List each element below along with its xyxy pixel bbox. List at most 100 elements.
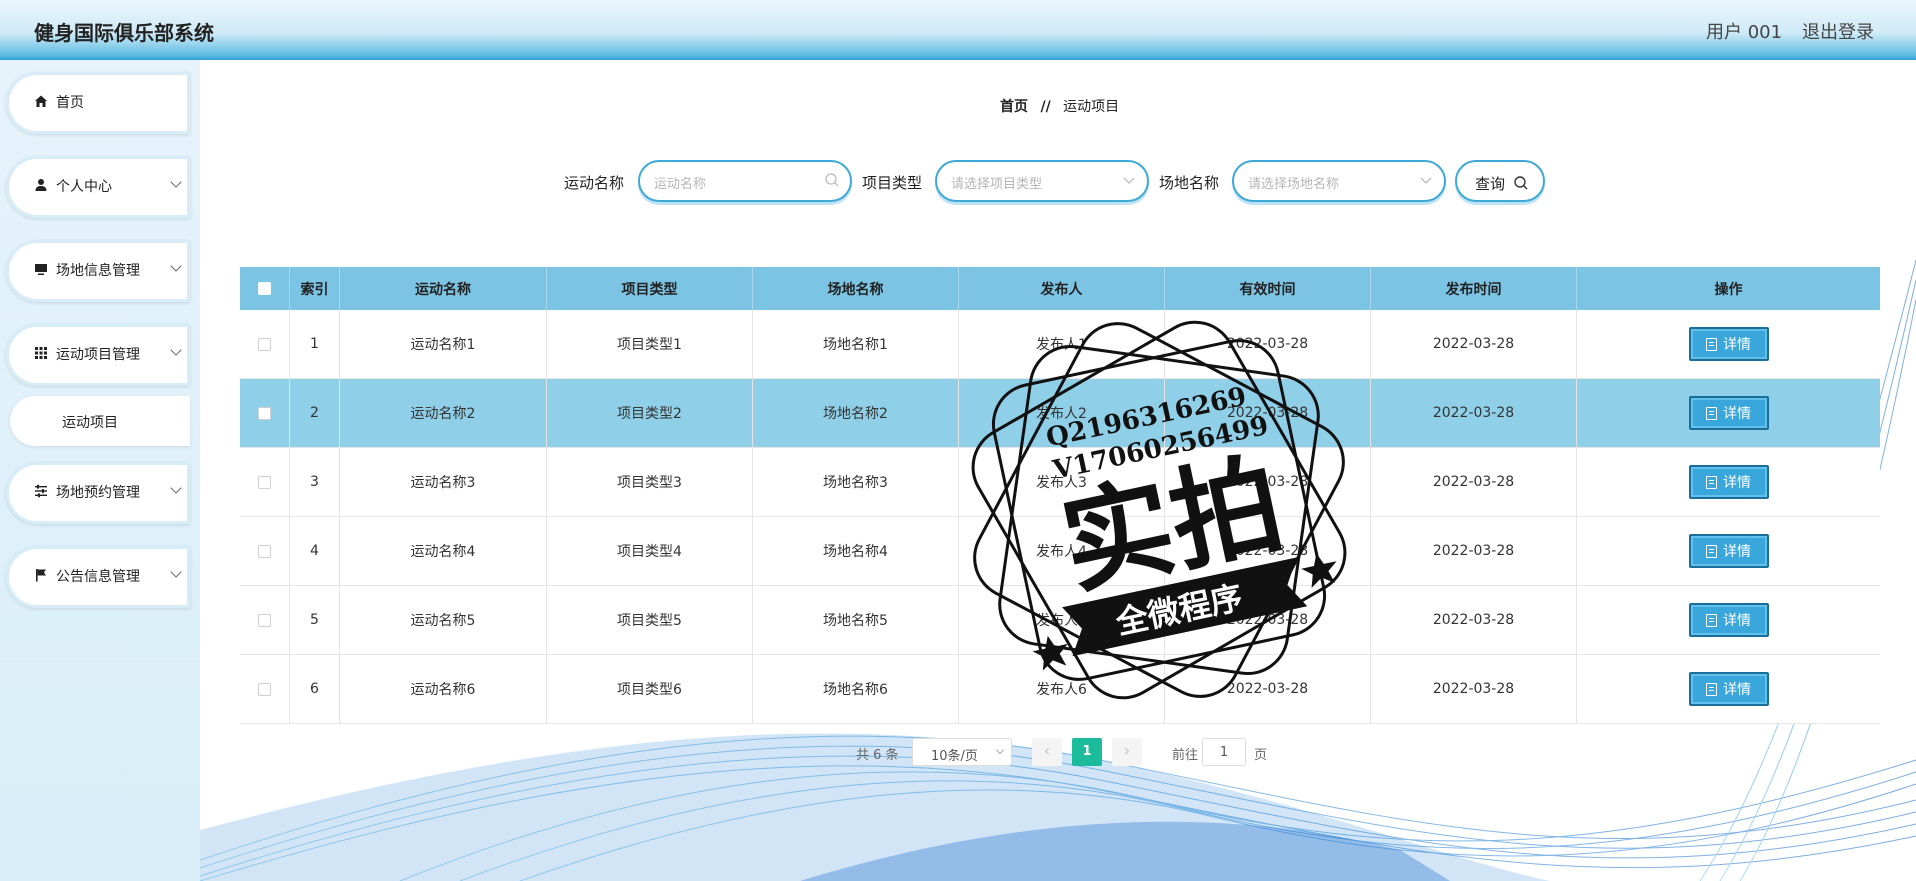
row-checkbox[interactable] [258,544,271,558]
detail-button[interactable]: 详情 [1688,603,1769,637]
chevron-down-icon [170,344,182,356]
sidebar-item-personal-center[interactable]: 个人中心 [6,156,190,218]
cell-publisher: 发布人1 [959,310,1165,378]
detail-button[interactable]: 详情 [1688,396,1769,430]
chevron-down-icon [170,260,182,272]
cell-valid: 2022-03-28 [1165,448,1371,516]
goto-page-input[interactable] [1202,738,1246,766]
table-row[interactable]: 4 运动名称4 项目类型4 场地名称4 发布人4 2022-03-28 2022-03-28… [240,517,1880,586]
column-header: 发布人 [959,267,1165,310]
top-header: 健身国际俱乐部系统 用户 001 退出登录 [0,0,1916,60]
detail-button-label: 详情 [1723,613,1751,629]
detail-button-label: 详情 [1723,682,1751,698]
table-row[interactable]: 3 运动名称3 项目类型3 场地名称3 发布人3 2022-03-28 2022-03-28… [240,448,1880,517]
sidebar-item-venue-info[interactable]: 场地信息管理 [6,240,190,302]
grid-icon [35,347,47,359]
breadcrumb-separator: // [1040,99,1051,115]
row-checkbox[interactable] [258,682,271,696]
app-title: 健身国际俱乐部系统 [34,21,214,45]
document-icon [1706,682,1717,696]
select-all-checkbox[interactable] [258,282,271,295]
column-header: 运动名称 [340,267,547,310]
chevron-down-icon [170,566,182,578]
cell-index: 1 [290,310,340,378]
venue-name-select[interactable]: 请选择场地名称 [1232,160,1446,202]
table-row[interactable]: 1 运动名称1 项目类型1 场地名称1 发布人1 2022-03-28 2022-03-28… [240,310,1880,379]
cell-published: 2022-03-28 [1371,448,1577,516]
column-header: 操作 [1714,281,1743,298]
page-suffix: 页 [1254,748,1268,763]
user-icon [35,179,47,191]
cell-name: 运动名称6 [340,655,547,723]
cell-venue: 场地名称6 [753,655,959,723]
breadcrumb: 首页 // 运动项目 [1000,96,1119,116]
cell-published: 2022-03-28 [1371,310,1577,378]
row-select-cell [240,517,290,585]
row-select-cell [240,448,290,516]
sidebar-item-home[interactable]: 首页 [6,72,190,134]
sidebar-item-label: 运动项目管理 [56,347,140,363]
submenu-item-sport-projects[interactable]: 运动项目 [10,396,190,446]
sliders-icon [35,484,47,498]
detail-button[interactable]: 详情 [1688,672,1769,706]
project-type-select[interactable]: 请选择项目类型 [935,160,1149,202]
cell-valid: 2022-03-28 [1165,655,1371,723]
table-row[interactable]: 6 运动名称6 项目类型6 场地名称6 发布人6 2022-03-28 2022-03-28… [240,655,1880,724]
table-row[interactable]: 2 运动名称2 项目类型2 场地名称2 发布人2 2022-03-28 2022-03-28… [240,379,1880,448]
chevron-down-icon [170,482,182,494]
cell-name: 运动名称5 [340,586,547,654]
cell-valid: 2022-03-28 [1165,379,1371,447]
user-menu[interactable]: 用户 001 [1706,18,1782,44]
row-checkbox[interactable] [258,613,271,627]
cell-valid: 2022-03-28 [1165,310,1371,378]
cell-type: 项目类型1 [547,310,753,378]
sidebar-item-label: 场地预约管理 [56,485,140,501]
table-row[interactable]: 5 运动名称5 项目类型5 场地名称5 发布人5 2022-03-28 2022-03-28… [240,586,1880,655]
sidebar-item-venue-booking[interactable]: 场地预约管理 [6,462,190,524]
page-size-select[interactable]: 10条/页 [912,738,1012,766]
row-checkbox[interactable] [258,337,271,351]
sidebar-item-sport-projects[interactable]: 运动项目管理 [6,324,190,386]
row-select-cell [240,655,290,723]
column-header: 项目类型 [547,267,753,310]
detail-button[interactable]: 详情 [1688,465,1769,499]
cell-publisher: 发布人3 [959,448,1165,516]
cell-published: 2022-03-28 [1371,517,1577,585]
breadcrumb-home[interactable]: 首页 [1000,99,1028,115]
cell-valid: 2022-03-28 [1165,586,1371,654]
page-number-current[interactable]: 1 [1072,738,1102,766]
detail-button[interactable]: 详情 [1688,327,1769,361]
document-icon [1706,337,1717,351]
row-actions-cell: 详情 [1577,586,1880,654]
cell-published: 2022-03-28 [1371,586,1577,654]
row-actions-cell: 详情 [1577,379,1880,447]
detail-button-label: 详情 [1723,475,1751,491]
row-select-cell [240,310,290,378]
row-checkbox[interactable] [258,475,271,489]
search-button-label: 查询 [1475,175,1506,193]
logout-link[interactable]: 退出登录 [1802,18,1874,44]
next-page-button[interactable]: › [1112,738,1142,766]
cell-index: 5 [290,586,340,654]
sport-name-input[interactable]: 运动名称 [638,160,852,202]
detail-button-label: 详情 [1723,544,1751,560]
cell-publisher: 发布人2 [959,379,1165,447]
venue-name-label: 场地名称 [1159,174,1220,192]
search-button[interactable]: 查询 [1455,160,1545,202]
cell-venue: 场地名称1 [753,310,959,378]
cell-published: 2022-03-28 [1371,379,1577,447]
document-icon [1706,475,1717,489]
document-icon [1706,406,1717,420]
sidebar-item-label: 首页 [56,95,84,111]
project-type-label: 项目类型 [862,174,923,192]
sidebar-item-label: 个人中心 [56,179,112,195]
cell-type: 项目类型6 [547,655,753,723]
row-checkbox[interactable] [258,406,271,420]
detail-button[interactable]: 详情 [1688,534,1769,568]
cell-publisher: 发布人6 [959,655,1165,723]
cell-type: 项目类型3 [547,448,753,516]
row-select-cell [240,586,290,654]
sidebar-item-announcements[interactable]: 公告信息管理 [6,546,190,608]
prev-page-button[interactable]: ‹ [1032,738,1062,766]
goto-label: 前往 [1172,748,1199,763]
